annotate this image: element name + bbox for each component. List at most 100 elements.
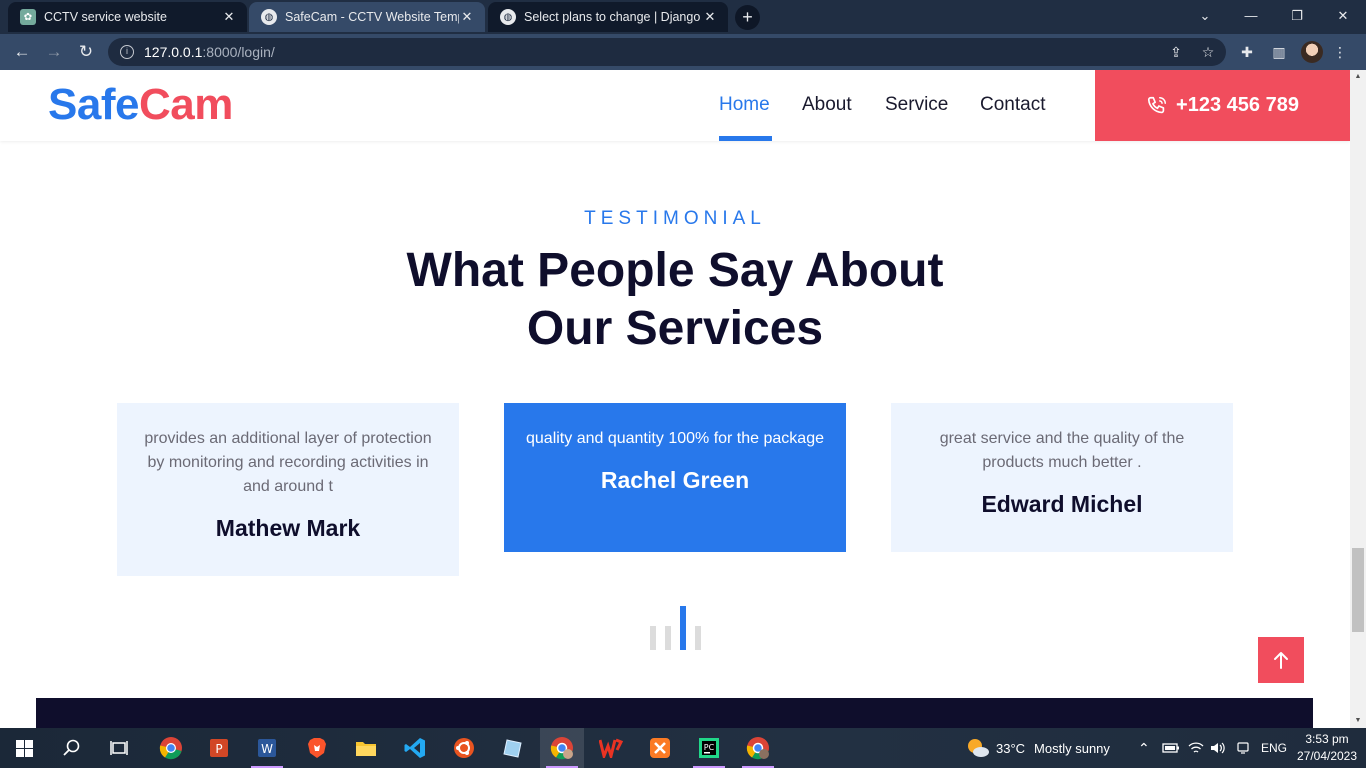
language-indicator[interactable]: ENG <box>1261 728 1287 768</box>
nav-contact-link[interactable]: Contact <box>980 94 1045 116</box>
nav-home-link[interactable]: Home <box>719 94 770 116</box>
bookmark-star-icon[interactable]: ☆ <box>1195 39 1221 65</box>
system-clock[interactable]: 3:53 pm 27/04/2023 <box>1292 731 1362 765</box>
word-icon[interactable]: W <box>245 728 289 768</box>
tab-title: SafeCam - CCTV Website Templa <box>285 10 459 24</box>
ubuntu-icon[interactable] <box>442 728 486 768</box>
weather-widget[interactable]: 33°C Mostly sunny <box>966 728 1110 768</box>
carousel-dot-active[interactable] <box>680 606 686 650</box>
site-logo[interactable]: SafeCam <box>48 80 233 130</box>
restore-button[interactable]: ❐ <box>1274 0 1320 34</box>
tab-title: Select plans to change | Django s <box>524 10 702 24</box>
testimonial-card: provides an additional layer of protecti… <box>117 403 459 576</box>
browser-toolbar: ← → ↻ i 127.0.0.1:8000/login/ ⇪ ☆ ✚ ▥ ⋮ <box>0 34 1366 70</box>
testimonial-card: great service and the quality of the pro… <box>891 403 1233 552</box>
globe-icon: ◍ <box>500 9 516 25</box>
carousel-dot[interactable] <box>695 626 701 650</box>
brave-icon[interactable] <box>295 728 339 768</box>
tab-title: CCTV service website <box>44 10 167 24</box>
page-scrollbar[interactable]: ▲ ▼ <box>1350 70 1366 728</box>
close-tab-icon[interactable]: ✕ <box>702 9 718 25</box>
xampp-icon[interactable] <box>638 728 682 768</box>
carousel-pagination <box>648 602 708 652</box>
notebook-app-icon[interactable] <box>491 728 535 768</box>
site-info-icon[interactable]: i <box>120 45 134 59</box>
battery-icon[interactable] <box>1162 728 1180 768</box>
windows-taskbar: P W PC 33°C Mostly sunny ⌃ ENG 3:53 pm 2… <box>0 728 1366 768</box>
section-eyebrow: TESTIMONIAL <box>584 208 766 229</box>
url-path: :8000/login/ <box>202 44 275 60</box>
profile-avatar[interactable] <box>1301 41 1323 63</box>
browser-menu-icon[interactable]: ⋮ <box>1327 39 1353 65</box>
browser-tab-strip: ✿ CCTV service website ✕ ◍ SafeCam - CCT… <box>0 0 1366 34</box>
testimonial-author: Rachel Green <box>600 467 750 493</box>
carousel-dot[interactable] <box>665 626 671 650</box>
search-icon[interactable] <box>50 728 94 768</box>
show-hidden-icons-icon[interactable]: ⌃ <box>1138 728 1150 768</box>
active-nav-indicator <box>719 136 772 141</box>
volume-icon[interactable] <box>1210 728 1226 768</box>
scroll-up-icon[interactable]: ▲ <box>1350 70 1366 84</box>
address-bar[interactable]: i 127.0.0.1:8000/login/ <box>108 38 1226 66</box>
close-window-button[interactable]: ✕ <box>1320 0 1366 34</box>
close-tab-icon[interactable]: ✕ <box>221 9 237 25</box>
browser-tab[interactable]: ◍ Select plans to change | Django s ✕ <box>488 2 728 32</box>
heading-line-2: Our Services <box>526 302 824 355</box>
chatgpt-icon: ✿ <box>20 9 36 25</box>
browser-tab[interactable]: ✿ CCTV service website ✕ <box>8 2 247 32</box>
testimonial-author: Mathew Mark <box>215 515 361 541</box>
url-host: 127.0.0.1 <box>144 44 203 60</box>
weather-sun-icon <box>968 739 989 757</box>
vscode-icon[interactable] <box>393 728 437 768</box>
task-view-icon[interactable] <box>97 728 141 768</box>
testimonial-quote: quality and quantity 100% for the packag… <box>526 430 824 447</box>
share-icon[interactable]: ⇪ <box>1163 39 1189 65</box>
arrow-up-icon <box>1274 652 1288 669</box>
minimize-button[interactable]: — <box>1228 0 1274 34</box>
back-icon[interactable]: ← <box>8 38 36 66</box>
nav-service-link[interactable]: Service <box>885 94 948 116</box>
tab-search-icon[interactable]: ⌄ <box>1182 0 1228 34</box>
file-explorer-icon[interactable] <box>344 728 388 768</box>
phone-icon <box>1147 96 1167 113</box>
testimonial-author: Edward Michel <box>981 491 1143 517</box>
wifi-icon[interactable] <box>1188 728 1204 768</box>
chrome-icon[interactable] <box>149 728 193 768</box>
clock-date: 27/04/2023 <box>1296 749 1358 763</box>
back-to-top-button[interactable] <box>1258 637 1304 683</box>
testimonial-card-active: quality and quantity 100% for the packag… <box>504 403 846 552</box>
scroll-down-icon[interactable]: ▼ <box>1350 714 1366 728</box>
testimonial-quote: provides an additional layer of protecti… <box>144 430 432 495</box>
forward-icon[interactable]: → <box>40 38 68 66</box>
svg-text:PC: PC <box>704 743 715 752</box>
new-tab-button[interactable]: + <box>735 5 760 30</box>
phone-button[interactable]: +123 456 789 <box>1095 70 1350 141</box>
footer-section <box>36 698 1313 728</box>
section-heading: What People Say About Our Services <box>0 242 1350 358</box>
extensions-icon[interactable]: ✚ <box>1234 39 1260 65</box>
weather-description: Mostly sunny <box>1034 740 1110 756</box>
weather-temperature: 33°C <box>996 740 1026 756</box>
windows-start-icon[interactable] <box>2 728 46 768</box>
scrollbar-thumb[interactable] <box>1352 548 1364 632</box>
close-tab-icon[interactable]: ✕ <box>459 9 475 25</box>
site-navbar: SafeCam Home About Service Contact +123 … <box>0 70 1350 141</box>
wps-office-icon[interactable] <box>589 728 633 768</box>
logo-part-1: Safe <box>48 80 139 129</box>
globe-icon: ◍ <box>261 9 277 25</box>
browser-tab-active[interactable]: ◍ SafeCam - CCTV Website Templa ✕ <box>249 2 485 32</box>
carousel-dot[interactable] <box>650 626 656 650</box>
testimonial-quote: great service and the quality of the pro… <box>939 430 1185 471</box>
powerpoint-icon[interactable]: P <box>197 728 241 768</box>
pycharm-icon[interactable]: PC <box>687 728 731 768</box>
svg-text:P: P <box>215 742 222 756</box>
side-panel-icon[interactable]: ▥ <box>1266 39 1292 65</box>
phone-number: +123 456 789 <box>1176 94 1299 116</box>
reload-icon[interactable]: ↻ <box>72 38 100 66</box>
chrome-profile-icon[interactable] <box>736 728 780 768</box>
nav-about-link[interactable]: About <box>802 94 852 116</box>
chrome-profile-icon-active[interactable] <box>540 728 584 768</box>
heading-line-1: What People Say About <box>406 244 944 297</box>
clock-time: 3:53 pm <box>1305 732 1349 746</box>
device-icon[interactable] <box>1236 728 1250 768</box>
